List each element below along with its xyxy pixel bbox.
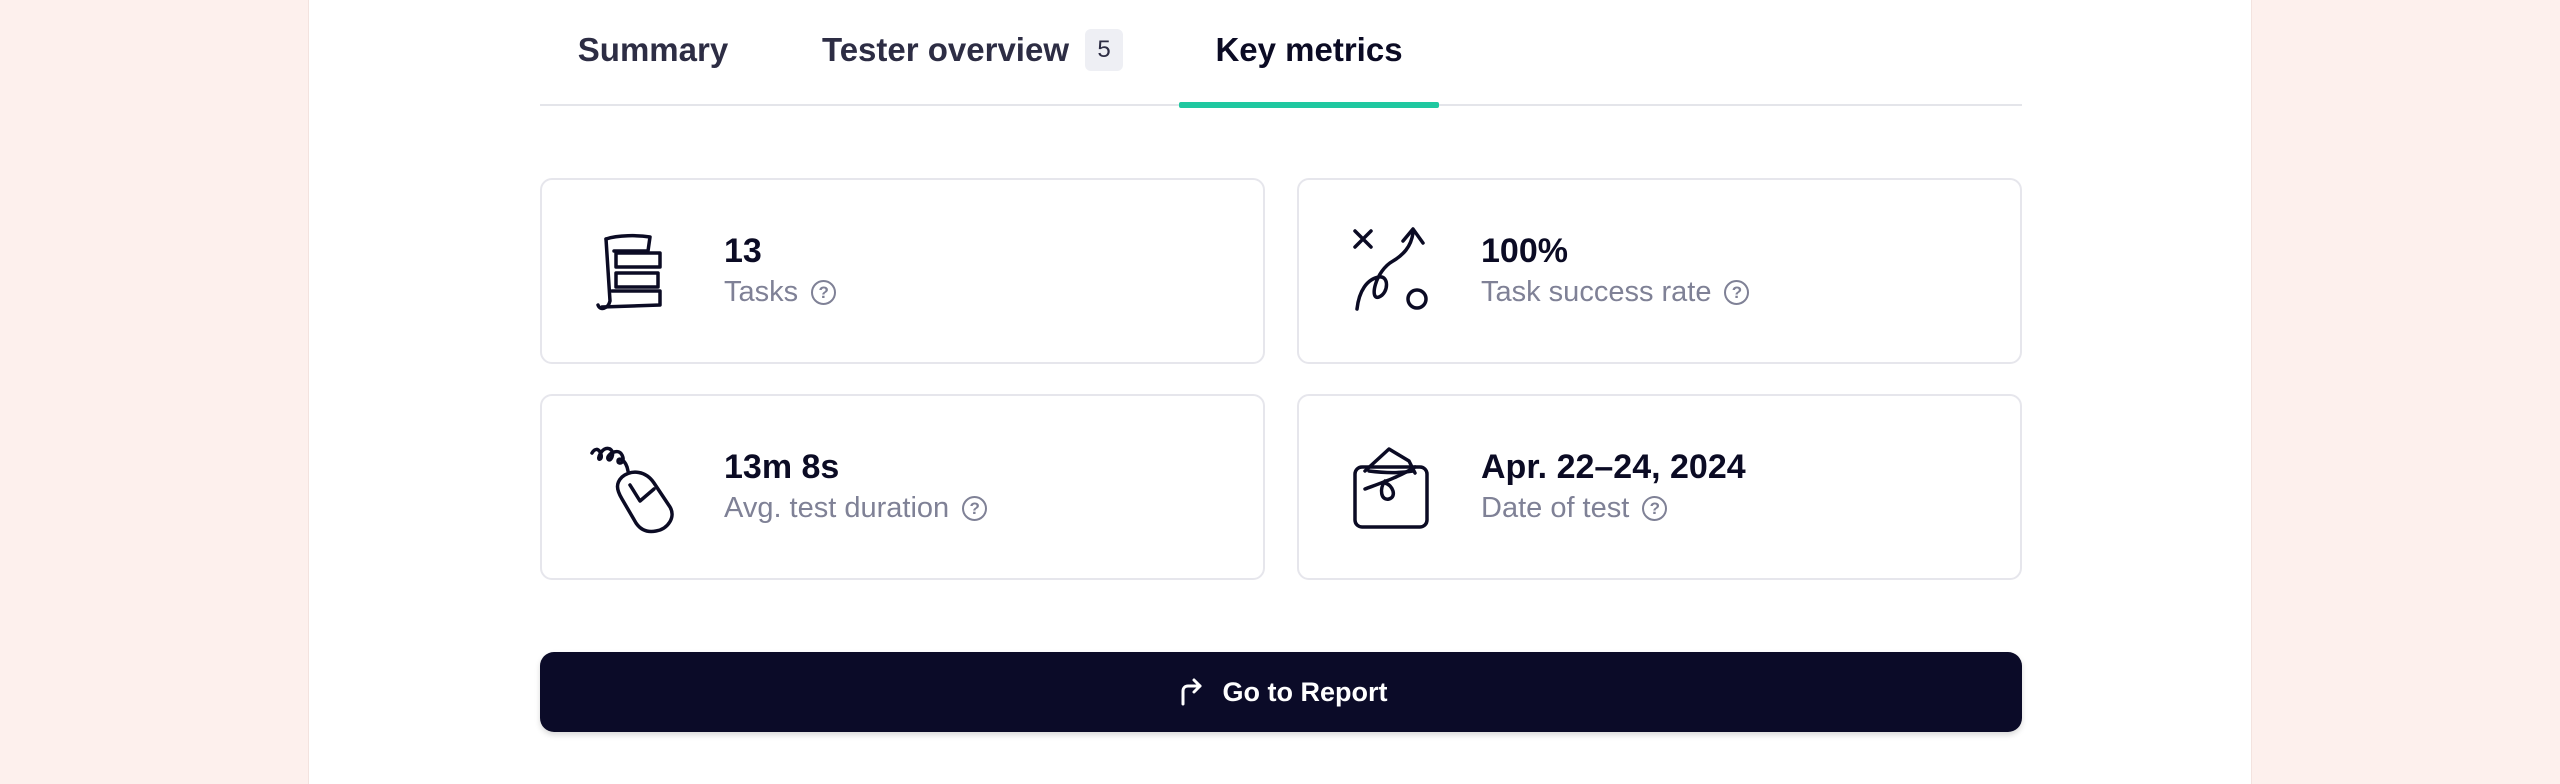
- tab-summary[interactable]: Summary: [540, 0, 766, 104]
- main-content: Summary Tester overview 5 Key metrics 13…: [540, 0, 2022, 732]
- tab-summary-label: Summary: [577, 31, 729, 68]
- document-stack-icon: [596, 233, 662, 311]
- duration-value: 13m 8s: [724, 448, 840, 486]
- metrics-grid: 13 Tasks ? 100% Task success rate ? 13m …: [540, 178, 2022, 580]
- share-arrow-icon: [1181, 678, 1201, 706]
- tab-bar: Summary Tester overview 5 Key metrics: [540, 0, 2022, 108]
- metric-card-duration: 13m 8s Avg. test duration ?: [540, 394, 1265, 580]
- tab-key-metrics[interactable]: Key metrics: [1179, 0, 1439, 108]
- go-to-report-button[interactable]: Go to Report: [540, 652, 2022, 732]
- date-label: Date of test: [1481, 492, 1630, 524]
- tasks-label: Tasks: [724, 276, 799, 308]
- metric-card-tasks: 13 Tasks ?: [540, 178, 1265, 364]
- date-value: Apr. 22–24, 2024: [1481, 448, 1746, 486]
- tab-key-metrics-label: Key metrics: [1215, 31, 1403, 68]
- success-rate-value: 100%: [1481, 232, 1568, 270]
- metric-card-success-rate: 100% Task success rate ?: [1297, 178, 2022, 364]
- duration-help-icon[interactable]: ?: [962, 495, 988, 521]
- tab-tester-overview-label: Tester overview: [821, 31, 1070, 68]
- metric-card-date: Apr. 22–24, 2024 Date of test ?: [1297, 394, 2022, 580]
- strategy-arrow-icon: [1353, 227, 1428, 311]
- date-help-icon[interactable]: ?: [1642, 495, 1668, 521]
- tab-tester-overview[interactable]: Tester overview 5: [766, 0, 1179, 104]
- tasks-value: 13: [724, 232, 762, 270]
- envelope-icon: [1353, 447, 1429, 529]
- duration-label: Avg. test duration: [724, 492, 950, 524]
- success-rate-help-icon[interactable]: ?: [1724, 279, 1750, 305]
- tester-count-badge: 5: [1085, 29, 1124, 71]
- go-to-report-label: Go to Report: [1222, 676, 1388, 707]
- success-rate-label: Task success rate: [1481, 276, 1712, 308]
- mouse-icon: [590, 446, 674, 534]
- tasks-help-icon[interactable]: ?: [811, 279, 837, 305]
